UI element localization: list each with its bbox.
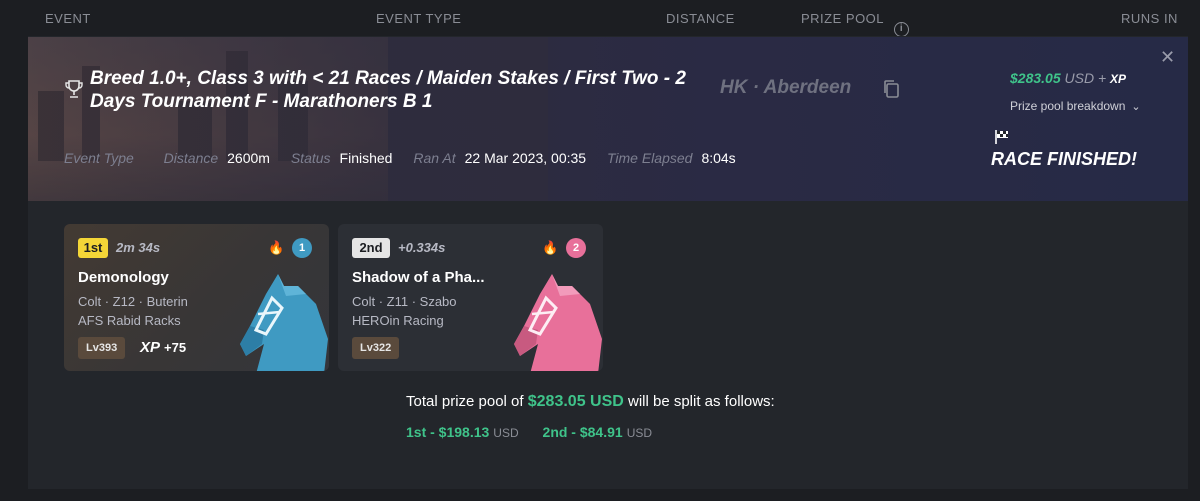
table-header: EVENT EVENT TYPE DISTANCE PRIZE POOL i RU… bbox=[0, 0, 1200, 37]
result-card-2nd[interactable]: 2nd +0.334s 🔥 2 Shadow of a Pha... Colt … bbox=[338, 224, 603, 371]
horse-meta: Colt · Z12 · Buterin bbox=[78, 294, 188, 309]
meta-label-event-type: Event Type bbox=[64, 150, 134, 166]
meta-value-distance: 2600m bbox=[227, 150, 270, 166]
stable-name: HEROin Racing bbox=[352, 313, 444, 328]
chevron-down-icon: ⌄ bbox=[1131, 101, 1141, 113]
horse-icon bbox=[240, 274, 328, 371]
column-runs-in: RUNS IN bbox=[1121, 11, 1178, 26]
column-event: EVENT bbox=[45, 11, 91, 26]
prize-pool-total: $283.05 USD + XP bbox=[1010, 70, 1126, 86]
breakdown-label: Prize pool breakdown bbox=[1010, 99, 1126, 113]
xp-gain-value: +75 bbox=[164, 340, 187, 355]
copy-icon[interactable] bbox=[882, 79, 900, 99]
column-prize-pool: PRIZE POOL i bbox=[801, 11, 910, 37]
column-event-type: EVENT TYPE bbox=[376, 11, 462, 26]
meta-value-elapsed: 8:04s bbox=[701, 150, 736, 166]
prize-currency: USD bbox=[1064, 70, 1095, 86]
checkered-flag-icon bbox=[995, 130, 1008, 144]
gate-badge: 2 bbox=[566, 238, 586, 258]
split-second-currency: USD bbox=[626, 426, 653, 440]
column-prize-pool-label: PRIZE POOL bbox=[801, 11, 885, 26]
trophy-icon bbox=[65, 80, 83, 98]
meta-label-distance: Distance bbox=[163, 150, 219, 166]
horse-meta: Colt · Z11 · Szabo bbox=[352, 294, 457, 309]
fire-icon: 🔥 bbox=[542, 240, 559, 255]
race-status-banner: RACE FINISHED! bbox=[991, 149, 1138, 169]
split-second: 2nd - $84.91 bbox=[542, 424, 623, 440]
info-icon[interactable]: i bbox=[894, 22, 910, 37]
result-card-1st[interactable]: 1st 2m 34s 🔥 1 Demonology Colt · Z12 · B… bbox=[64, 224, 329, 371]
horse-icon bbox=[514, 274, 602, 371]
gate-badge: 1 bbox=[292, 238, 312, 258]
prize-split-summary: Total prize pool of $283.05 USD will be … bbox=[406, 393, 775, 411]
horse-name: Demonology bbox=[78, 269, 169, 286]
split-first-currency: USD bbox=[493, 426, 519, 440]
prize-plus: + bbox=[1097, 70, 1107, 86]
stable-name: AFS Rabid Racks bbox=[78, 313, 181, 328]
meta-label-status: Status bbox=[290, 150, 331, 166]
prize-split-breakdown: 1st - $198.13 USD 2nd - $84.91 USD bbox=[406, 424, 672, 440]
meta-value-ran-at: 22 Mar 2023, 00:35 bbox=[464, 150, 587, 166]
level-badge: Lv322 bbox=[352, 337, 400, 359]
event-title: Breed 1.0+, Class 3 with < 21 Races / Ma… bbox=[90, 68, 686, 112]
split-total: $283.05 USD bbox=[527, 393, 624, 410]
column-distance: DISTANCE bbox=[666, 11, 735, 26]
place-badge: 1st bbox=[78, 238, 108, 258]
split-first: 1st - $198.13 bbox=[406, 424, 490, 440]
horse-name: Shadow of a Pha... bbox=[352, 269, 485, 286]
finish-time: +0.334s bbox=[398, 240, 446, 255]
xp-icon: XP bbox=[1110, 72, 1127, 86]
prize-pool-breakdown-toggle[interactable]: Prize pool breakdown ⌄ bbox=[1010, 99, 1141, 113]
stable-name-text: AFS Rabid Racks bbox=[78, 313, 181, 328]
close-icon[interactable]: ✕ bbox=[1160, 47, 1175, 68]
meta-label-ran-at: Ran At bbox=[413, 150, 456, 166]
xp-gain: XP +75 bbox=[140, 339, 186, 356]
xp-icon: XP bbox=[140, 339, 161, 356]
event-location: HK · Aberdeen bbox=[720, 77, 852, 98]
finish-time: 2m 34s bbox=[116, 240, 161, 255]
event-banner: Breed 1.0+, Class 3 with < 21 Races / Ma… bbox=[28, 37, 1188, 201]
meta-value-status: Finished bbox=[339, 150, 393, 166]
fire-icon: 🔥 bbox=[268, 240, 285, 255]
place-badge: 2nd bbox=[352, 238, 390, 258]
level-badge: Lv393 bbox=[78, 337, 126, 359]
prize-amount: $283.05 bbox=[1010, 70, 1061, 86]
split-prefix: Total prize pool of bbox=[406, 393, 524, 410]
meta-label-elapsed: Time Elapsed bbox=[606, 150, 693, 166]
split-suffix: will be split as follows: bbox=[627, 393, 775, 410]
event-meta: Event Type Distance 2600m Status Finished … bbox=[64, 150, 753, 166]
